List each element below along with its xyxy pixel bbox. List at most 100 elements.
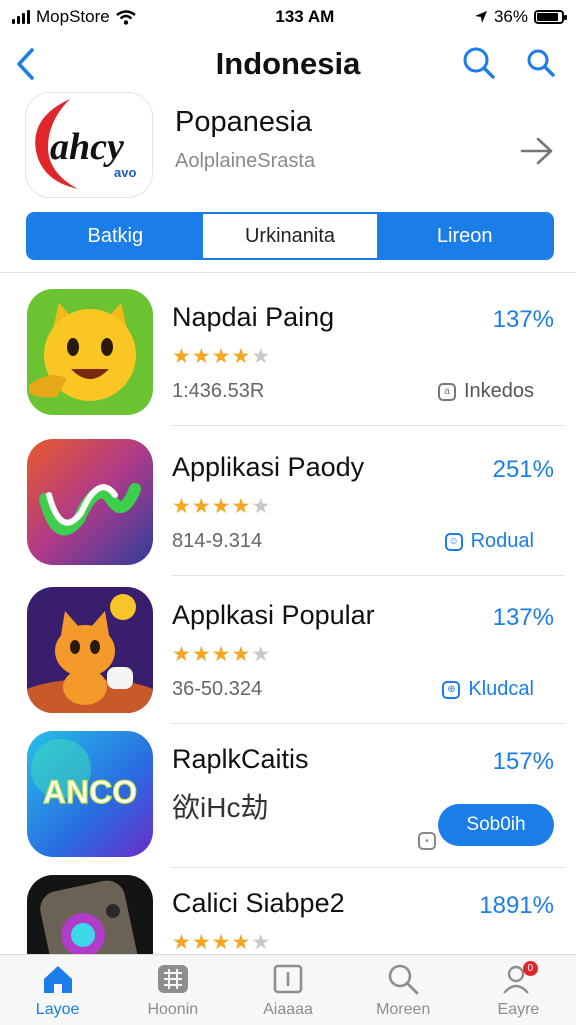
star-rating: ★★★★★ — [172, 344, 271, 369]
app-icon-cat-space — [27, 587, 153, 713]
star-icon: ★ — [251, 931, 272, 954]
app-name: Calici Siabpe2 — [172, 888, 345, 918]
search-icon — [463, 47, 495, 79]
svg-text:avo: avo — [114, 165, 136, 180]
star-icon: ★ — [211, 345, 232, 368]
tab-square[interactable]: Aiaaaa — [230, 955, 345, 1025]
svg-text:ahcy: ahcy — [50, 126, 124, 168]
tab-label: Layoe — [35, 1001, 80, 1018]
notification-badge: 0 — [522, 961, 538, 976]
star-icon: ★ — [231, 345, 252, 368]
app-category-label: Rodual — [470, 530, 534, 552]
page-title: Indonesia — [215, 46, 361, 81]
tab-label: Hoonin — [147, 1001, 199, 1018]
star-icon: ★ — [231, 643, 252, 666]
status-left: MopStore — [12, 7, 136, 27]
app-row[interactable]: ANCO RaplkCaitis 欲iHc劫 157% • Sob0ih — [0, 720, 576, 868]
svg-text:ANCO: ANCO — [43, 774, 137, 810]
star-icon: ★ — [231, 495, 252, 518]
app-logo: ahcy avo — [26, 93, 152, 197]
square-icon — [273, 964, 303, 994]
app-percent: 1891% — [479, 892, 554, 919]
segment-urkinanita[interactable]: Urkinanita — [202, 214, 378, 258]
app-percent: 157% — [492, 748, 554, 775]
star-icon: ★ — [191, 931, 212, 954]
star-icon: ★ — [211, 643, 232, 666]
app-icon-wave — [27, 439, 153, 565]
app-category-label: Inkedos — [463, 380, 534, 402]
back-button[interactable] — [14, 46, 46, 82]
app-subtitle: 欲iHc劫 — [172, 792, 269, 823]
app-row[interactable]: Napdai Paing ★★★★★ 1:436.53R 137% a Inke… — [0, 278, 576, 426]
badge-icon: ☺ — [444, 532, 463, 551]
star-icon: ★ — [211, 931, 232, 954]
star-icon: ★ — [251, 495, 272, 518]
star-icon: ★ — [251, 643, 272, 666]
badge-icon: ⊕ — [442, 680, 461, 699]
arrow-right-icon — [520, 137, 553, 165]
chevron-left-icon — [17, 48, 34, 80]
segment-lireon[interactable]: Lireon — [377, 214, 552, 258]
status-time: 133 AM — [275, 7, 335, 26]
star-rating: ★★★★★ — [172, 930, 271, 955]
app-icon-emoji-game — [27, 289, 153, 415]
app-row[interactable]: Applkasi Popular ★★★★★ 36-50.324 137% ⊕ … — [0, 576, 576, 724]
grid-icon — [157, 965, 188, 993]
badge-icon: a — [437, 382, 456, 401]
star-icon: ★ — [191, 345, 212, 368]
app-name: RaplkCaitis — [172, 744, 309, 774]
star-icon: ★ — [251, 345, 272, 368]
star-rating: ★★★★★ — [172, 642, 271, 667]
search-icon — [388, 964, 419, 995]
tab-profile[interactable]: 0 Eayre — [461, 955, 576, 1025]
search-button[interactable] — [462, 46, 496, 85]
app-percent: 251% — [492, 456, 554, 483]
signal-icon — [12, 10, 30, 24]
star-icon: ★ — [191, 643, 212, 666]
app-name: Applkasi Popular — [172, 600, 375, 630]
status-right: 36% — [474, 7, 567, 27]
section-divider — [0, 272, 576, 273]
app-category-label: Kludcal — [468, 678, 534, 700]
star-icon: ★ — [172, 345, 192, 368]
tab-label: Eayre — [497, 1001, 540, 1018]
search-icon — [527, 49, 555, 77]
star-icon: ★ — [211, 495, 232, 518]
app-size: 814-9.314 — [172, 530, 263, 552]
badge-icon: • — [418, 832, 436, 850]
tab-home[interactable]: Layoe — [0, 955, 115, 1025]
battery-icon — [533, 10, 567, 24]
app-row[interactable]: Applikasi Paody ★★★★★ 814-9.314 251% ☺ R… — [0, 428, 576, 576]
location-icon — [474, 11, 487, 23]
app-category[interactable]: ⊕ Kludcal — [442, 678, 534, 701]
featured-arrow[interactable] — [520, 136, 554, 171]
nav-bar: Indonesia — [0, 36, 576, 92]
app-category[interactable]: ☺ Rodual — [444, 530, 534, 553]
app-icon-anco: ANCO — [27, 731, 153, 857]
tab-grid[interactable]: Hoonin — [115, 955, 230, 1025]
status-bar: MopStore 133 AM 36% — [0, 0, 576, 34]
featured-subtitle: AolplaineSrasta — [175, 150, 316, 172]
tab-bar: Layoe Hoonin Aiaaaa Moreen 0 Eayre — [0, 954, 576, 1025]
app-name: Napdai Paing — [172, 302, 335, 332]
star-icon: ★ — [172, 931, 192, 954]
app-percent: 137% — [492, 604, 554, 631]
app-category[interactable]: a Inkedos — [437, 380, 534, 403]
home-icon — [43, 966, 72, 993]
star-icon: ★ — [172, 495, 192, 518]
get-button[interactable]: Sob0ih — [438, 804, 554, 846]
segment-batkig[interactable]: Batkig — [28, 214, 203, 258]
featured-title: Popanesia — [175, 106, 313, 138]
star-icon: ★ — [231, 931, 252, 954]
star-icon: ★ — [172, 643, 192, 666]
row-divider — [172, 425, 564, 426]
star-icon: ★ — [191, 495, 212, 518]
star-rating: ★★★★★ — [172, 494, 271, 519]
carrier-label: MopStore — [36, 7, 110, 26]
tab-search[interactable]: Moreen — [346, 955, 461, 1025]
search-button-secondary[interactable] — [526, 48, 556, 83]
app-name: Applikasi Paody — [172, 452, 365, 482]
segmented-control: Batkig Urkinanita Lireon — [26, 212, 554, 260]
wifi-icon — [115, 9, 136, 25]
battery-percent: 36% — [493, 7, 528, 26]
